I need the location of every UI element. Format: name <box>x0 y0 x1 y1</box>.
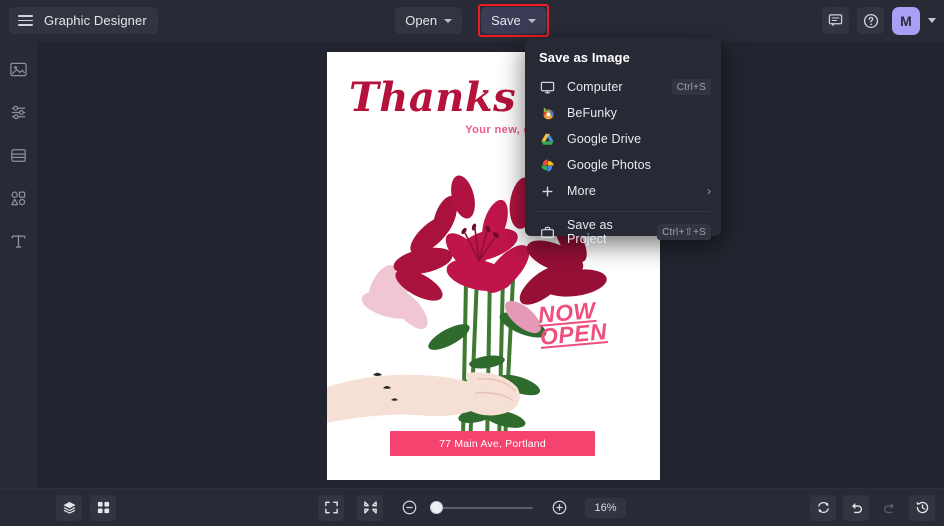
redo-icon <box>883 503 894 514</box>
feedback-button[interactable] <box>822 7 849 34</box>
workspace: Thanks a Your new, go-to destination for… <box>37 41 944 488</box>
menu-item-label: Computer <box>567 80 623 94</box>
menu-item-shortcut: Ctrl+S <box>671 79 711 95</box>
feedback-icon <box>828 14 843 27</box>
briefcase-icon <box>539 224 556 241</box>
menu-item-google-photos[interactable]: Google Photos <box>525 152 721 178</box>
save-dropdown-menu: Save as Image Computer Ctrl+S BeFunky Go… <box>525 38 721 246</box>
menu-item-google-drive[interactable]: Google Drive <box>525 126 721 152</box>
history-icon <box>916 501 928 514</box>
header-center-actions: Open Save <box>0 0 944 41</box>
menu-item-label: More <box>567 184 596 198</box>
save-label: Save <box>491 13 521 28</box>
templates-icon <box>11 148 26 162</box>
fit-to-screen-icon <box>325 501 338 514</box>
sidebar-item-text[interactable] <box>7 229 31 253</box>
menu-divider <box>536 211 710 212</box>
menu-item-label: BeFunky <box>567 106 618 120</box>
menu-item-save-as-project[interactable]: Save as Project Ctrl+⇧+S <box>525 218 721 246</box>
shrink-icon <box>364 501 377 514</box>
chevron-right-icon: › <box>707 184 711 198</box>
header-right-actions: M <box>822 0 936 41</box>
undo-button[interactable] <box>843 494 869 521</box>
save-button-highlight: Save <box>478 4 549 37</box>
address-banner: 77 Main Ave, Portland <box>390 431 595 456</box>
google-drive-icon <box>539 131 556 148</box>
redo-button[interactable] <box>876 495 902 521</box>
save-button[interactable]: Save <box>481 7 546 34</box>
chevron-down-icon <box>527 18 536 23</box>
sidebar-item-image[interactable] <box>7 57 31 81</box>
help-button[interactable] <box>857 7 884 34</box>
sidebar-item-edit[interactable] <box>7 100 31 124</box>
chevron-down-icon <box>444 18 453 23</box>
bottom-right-tools <box>810 494 935 521</box>
reset-button[interactable] <box>810 494 836 521</box>
adjust-sliders-icon <box>11 105 26 119</box>
zoom-out-button[interactable] <box>396 495 422 521</box>
menu-item-label: Google Drive <box>567 132 642 146</box>
menu-item-label: Save as Project <box>567 218 613 246</box>
top-header: Graphic Designer Open Save M <box>0 0 944 41</box>
befunky-logo-icon <box>539 105 556 122</box>
graphics-shapes-icon <box>11 191 26 205</box>
zoom-level-value[interactable]: 16% <box>585 497 626 518</box>
bottom-toolbar: 16% <box>0 488 944 526</box>
dropdown-heading: Save as Image <box>539 50 630 65</box>
fit-to-screen-button[interactable] <box>318 494 345 521</box>
menu-item-more[interactable]: More › <box>525 178 721 204</box>
help-icon <box>863 13 878 28</box>
left-sidebar <box>0 41 37 526</box>
zoom-controls: 16% <box>0 494 944 521</box>
app-root: Graphic Designer Open Save M Thanks a Yo… <box>0 0 944 526</box>
plus-icon <box>539 183 556 200</box>
text-icon <box>11 234 26 248</box>
zoom-in-icon <box>552 500 567 515</box>
zoom-slider[interactable] <box>430 501 534 514</box>
open-button[interactable]: Open <box>395 7 463 34</box>
avatar-chevron-down-icon[interactable] <box>928 18 936 23</box>
history-button[interactable] <box>909 494 935 521</box>
sidebar-item-templates[interactable] <box>7 143 31 167</box>
undo-icon <box>851 503 862 514</box>
open-label: Open <box>405 13 438 28</box>
avatar[interactable]: M <box>892 6 920 35</box>
menu-item-shortcut: Ctrl+⇧+S <box>657 224 711 240</box>
reset-icon <box>817 501 829 514</box>
now-open-badge: NOW OPEN <box>536 296 609 350</box>
sidebar-item-graphics[interactable] <box>7 186 31 210</box>
google-photos-icon <box>539 157 556 174</box>
zoom-slider-track[interactable] <box>430 501 534 514</box>
shrink-button[interactable] <box>357 494 384 521</box>
menu-item-befunky[interactable]: BeFunky <box>525 100 721 126</box>
zoom-out-icon <box>402 500 417 515</box>
menu-item-computer[interactable]: Computer Ctrl+S <box>525 74 721 100</box>
menu-item-label: Google Photos <box>567 158 651 172</box>
zoom-slider-knob[interactable] <box>430 501 444 514</box>
monitor-icon <box>539 79 556 96</box>
zoom-in-button[interactable] <box>546 495 572 521</box>
image-icon <box>10 62 27 76</box>
